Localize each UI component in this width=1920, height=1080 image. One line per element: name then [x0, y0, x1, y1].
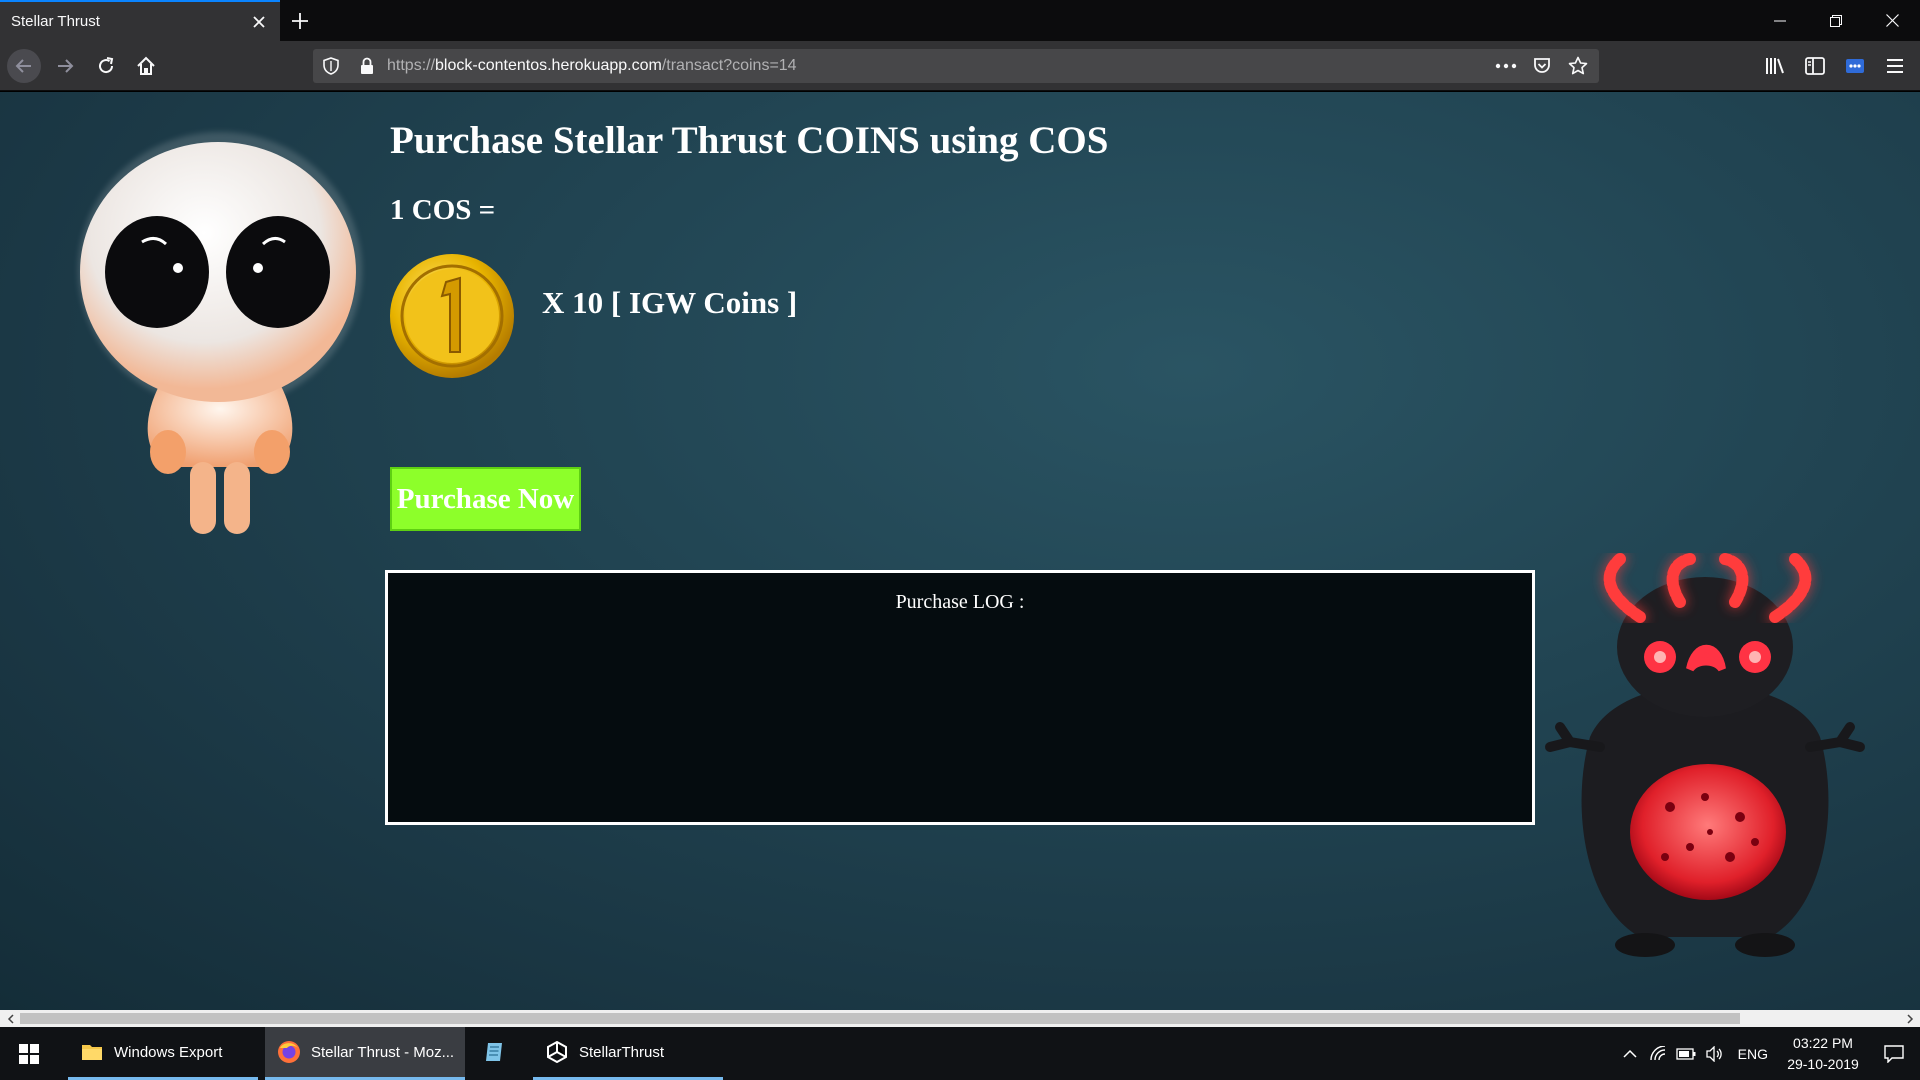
firefox-icon	[277, 1040, 301, 1064]
url-bar[interactable]: https://block-contentos.herokuapp.com/tr…	[313, 49, 1599, 83]
hamburger-menu-icon[interactable]	[1878, 49, 1912, 83]
url-host: block-contentos.herokuapp.com	[435, 57, 662, 74]
system-clock[interactable]: 03:22 PM 29-10-2019	[1778, 1033, 1868, 1075]
unity-icon	[545, 1040, 569, 1064]
pocket-icon[interactable]	[1527, 51, 1557, 81]
notepad-icon	[483, 1040, 507, 1064]
browser-nav-bar: https://block-contentos.herokuapp.com/tr…	[0, 41, 1920, 91]
scroll-right-arrow-icon[interactable]	[1901, 1010, 1918, 1027]
taskbar-app-label: Windows Export	[114, 1043, 223, 1061]
gold-coin-icon	[390, 254, 514, 378]
folder-icon	[80, 1040, 104, 1064]
taskbar-app-label: StellarThrust	[579, 1043, 665, 1061]
wifi-icon[interactable]	[1644, 1027, 1672, 1080]
exchange-rate-label: 1 COS =	[390, 194, 496, 226]
url-scheme: https://	[387, 57, 436, 74]
tab-title: Stellar Thrust	[11, 13, 100, 30]
taskbar-app-label: Stellar Thrust - Moz...	[311, 1043, 455, 1061]
tab-close-icon[interactable]	[248, 11, 270, 33]
url-text[interactable]: https://block-contentos.herokuapp.com/tr…	[387, 49, 797, 83]
home-icon[interactable]	[129, 49, 163, 83]
url-path: /transact?coins=14	[661, 57, 797, 74]
close-window-icon[interactable]	[1864, 0, 1920, 41]
tracking-shield-icon[interactable]	[321, 56, 341, 76]
taskbar-app-windows-export[interactable]: Windows Export	[68, 1027, 258, 1080]
minimize-icon[interactable]	[1752, 0, 1808, 41]
pale-child-character-illustration	[78, 132, 362, 534]
browser-tab-active[interactable]: Stellar Thrust	[0, 0, 280, 41]
lock-icon[interactable]	[357, 56, 377, 76]
windows-start-icon[interactable]	[0, 1027, 58, 1080]
clock-time: 03:22 PM	[1793, 1034, 1853, 1051]
page-title: Purchase Stellar Thrust COINS using COS	[390, 119, 1109, 162]
purchase-now-button[interactable]: Purchase Now	[390, 467, 581, 531]
web-page: Purchase Stellar Thrust COINS using COS …	[0, 92, 1920, 1010]
browser-tab-bar: Stellar Thrust	[0, 0, 1920, 41]
restore-icon[interactable]	[1808, 0, 1864, 41]
coin-multiplier-label: X 10 [ IGW Coins ]	[542, 285, 798, 320]
scrollbar-thumb[interactable]	[20, 1013, 1740, 1024]
taskbar-app-firefox[interactable]: Stellar Thrust - Moz...	[265, 1027, 465, 1080]
page-actions-dots-icon[interactable]	[1491, 51, 1521, 81]
forward-arrow-icon[interactable]	[48, 49, 82, 83]
taskbar-app-stellarthrust[interactable]: StellarThrust	[533, 1027, 723, 1080]
back-arrow-icon[interactable]	[7, 49, 41, 83]
action-center-notification-icon[interactable]	[1868, 1027, 1920, 1080]
extension-icon[interactable]	[1838, 49, 1872, 83]
sidebar-toggle-icon[interactable]	[1798, 49, 1832, 83]
horizontal-scrollbar[interactable]	[0, 1010, 1920, 1027]
black-demon-character-illustration	[1545, 552, 1865, 957]
purchase-log-title: Purchase LOG :	[895, 591, 1025, 613]
system-tray: ENG 03:22 PM 29-10-2019	[1616, 1027, 1920, 1080]
show-hidden-icons-chevron-icon[interactable]	[1616, 1027, 1644, 1080]
purchase-log-panel: Purchase LOG :	[385, 570, 1535, 825]
bookmark-star-icon[interactable]	[1563, 51, 1593, 81]
scroll-left-arrow-icon[interactable]	[2, 1010, 19, 1027]
input-language-indicator[interactable]: ENG	[1728, 1046, 1778, 1062]
clock-date: 29-10-2019	[1787, 1055, 1859, 1072]
battery-icon[interactable]	[1672, 1027, 1700, 1080]
new-tab-plus-icon[interactable]	[286, 7, 314, 35]
library-icon[interactable]	[1758, 49, 1792, 83]
windows-taskbar: Windows Export Stellar Thrust - Moz... S…	[0, 1027, 1920, 1080]
reload-icon[interactable]	[89, 49, 123, 83]
taskbar-app-notepad[interactable]	[472, 1027, 518, 1080]
volume-icon[interactable]	[1700, 1027, 1728, 1080]
